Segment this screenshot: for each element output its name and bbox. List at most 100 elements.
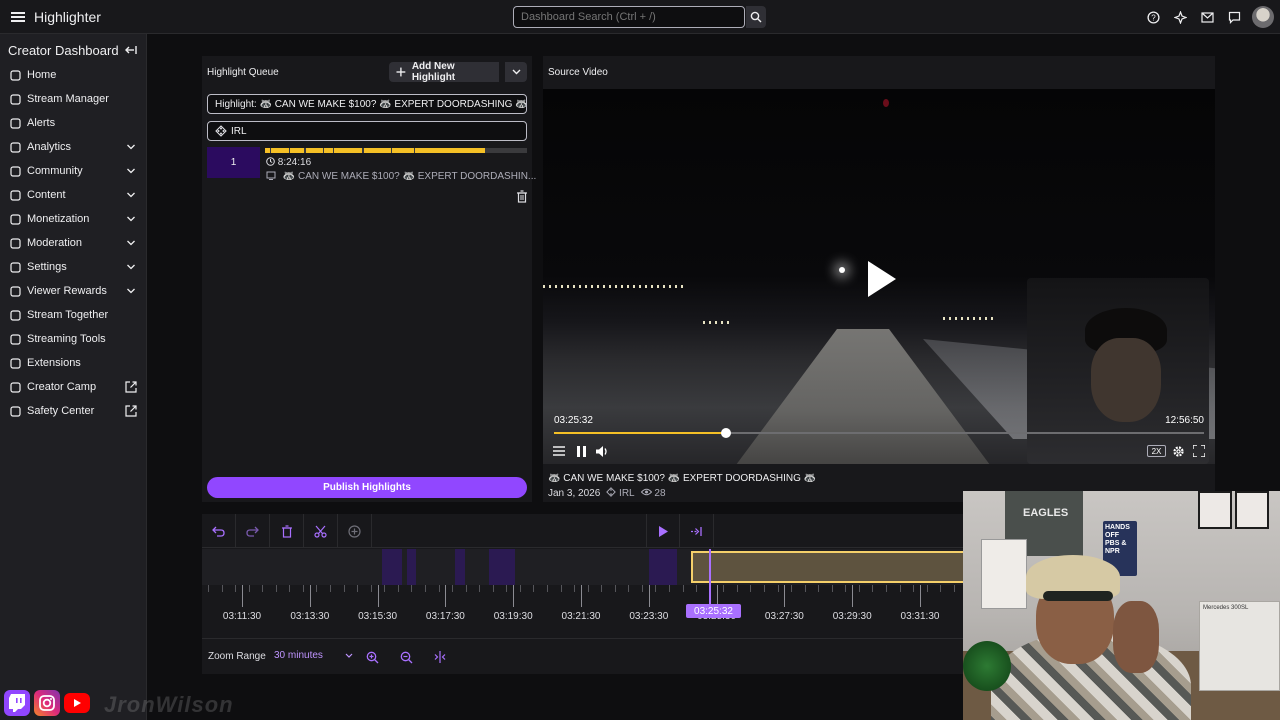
sidebar-item-stream-together[interactable]: Stream Together [0,303,146,327]
sidebar-item-monetization[interactable]: Monetization [0,207,146,231]
zoom-in-icon[interactable] [360,646,384,668]
clip-duration-text: 8:24:16 [277,157,312,168]
sidebar-item-moderation[interactable]: Moderation [0,231,146,255]
scissors-icon[interactable] [304,514,338,548]
ruler-minor-tick [750,585,752,592]
sidebar-item-extensions[interactable]: Extensions [0,351,146,375]
clip-title-text: 🦝 CAN WE MAKE $100? 🦝 EXPERT DOORDASHIN.… [282,171,537,182]
sidebar-item-community[interactable]: Community [0,159,146,183]
clip-segment-strip [265,148,527,153]
model-car-box: Mercedes 300SL [1199,601,1280,691]
ruler-minor-tick [465,585,467,592]
mail-icon[interactable] [1198,7,1217,27]
clip-duration: 8:24:16 [266,157,311,168]
timeline-playhead[interactable] [709,549,711,607]
publish-highlights-button[interactable]: Publish Highlights [207,477,527,498]
monetization-icon [9,213,22,226]
sidebar-item-stream-manager[interactable]: Stream Manager [0,87,146,111]
trash-icon[interactable] [516,190,528,203]
pause-icon[interactable] [574,444,588,458]
sidebar-item-viewer-rewards[interactable]: Viewer Rewards [0,279,146,303]
svg-text:?: ? [1151,13,1156,22]
search-button[interactable] [746,6,766,28]
sparkle-icon[interactable] [1171,7,1190,27]
ruler-minor-tick [221,585,223,592]
ruler-minor-tick [519,585,521,592]
ruler-tick-label: 03:19:30 [493,611,533,622]
ruler-minor-tick [384,585,386,592]
ruler-minor-tick [357,585,359,592]
bell-icon [9,117,22,130]
sidebar-item-creator-camp[interactable]: Creator Camp [0,375,146,399]
zoom-range-select[interactable]: 30 minutes [274,650,353,661]
ruler-major-tick [920,585,921,607]
ruler-minor-tick [411,585,413,592]
webcam-overlay: EAGLES HANDS OFF PBS & NPR Mercedes 300S… [963,491,1280,720]
chevron-down-icon[interactable] [125,165,137,177]
chat-icon[interactable] [1225,7,1244,27]
chevron-down-icon[interactable] [125,141,137,153]
ruler-minor-tick [533,585,535,592]
category-field[interactable]: IRL [207,121,527,141]
chevron-down-icon[interactable] [125,189,137,201]
chevron-down-icon[interactable] [125,261,137,273]
delete-icon[interactable] [270,514,304,548]
chevron-down-icon[interactable] [125,285,137,297]
add-highlight-dropdown[interactable] [505,62,527,82]
undo-icon[interactable] [202,514,236,548]
ruler-tick-label: 03:31:30 [900,611,940,622]
sidebar-item-alerts[interactable]: Alerts [0,111,146,135]
extensions-icon [9,357,22,370]
fullscreen-icon[interactable] [1192,444,1206,458]
ruler-minor-tick [763,585,765,592]
help-icon[interactable]: ? [1144,7,1163,27]
ruler-minor-tick [248,585,250,592]
redo-icon[interactable] [236,514,270,548]
play-overlay-icon[interactable] [866,259,898,299]
shield-icon [9,405,22,418]
sidebar-item-analytics[interactable]: Analytics [0,135,146,159]
external-link-icon[interactable] [125,405,137,417]
queue-clip-row[interactable]: 1 8:24:16 🦝 CAN WE MAKE $100? 🦝 EXPERT D… [207,146,536,212]
fit-timeline-icon[interactable] [428,646,452,668]
sidebar-item-home[interactable]: Home [0,63,146,87]
sidebar-item-streaming-tools[interactable]: Streaming Tools [0,327,146,351]
avatar[interactable] [1252,6,1274,28]
clip-title: 🦝 CAN WE MAKE $100? 🦝 EXPERT DOORDASHIN.… [266,171,536,182]
jump-to-end-icon[interactable] [680,514,714,548]
add-new-highlight-button[interactable]: Add New Highlight [389,61,499,83]
collapse-sidebar-icon[interactable] [124,43,138,57]
ruler-minor-tick [682,585,684,592]
sidebar-item-content[interactable]: Content [0,183,146,207]
ruler-major-tick [648,585,650,607]
play-icon[interactable] [646,514,680,548]
sidebar-item-settings[interactable]: Settings [0,255,146,279]
video-views: 28 [640,488,666,499]
video-scrubber[interactable] [554,428,1204,438]
zoom-out-icon[interactable] [394,646,418,668]
queue-heading: Highlight Queue [207,67,279,78]
playback-speed-button[interactable]: 2X [1147,445,1166,457]
highlight-queue-panel: Highlight Queue Add New Highlight Highli… [202,56,536,502]
ruler-minor-tick [424,585,426,592]
menu-icon[interactable] [6,5,30,29]
list-icon[interactable] [552,444,566,458]
home-icon [9,69,22,82]
scrubber-progress [554,432,727,434]
search-input[interactable] [513,6,745,28]
ruler-minor-tick [628,585,630,592]
chevron-down-icon[interactable] [125,237,137,249]
ruler-tick-label: 03:27:30 [764,611,804,622]
add-clip-icon[interactable] [338,514,372,548]
sidebar-item-safety-center[interactable]: Safety Center [0,399,146,423]
external-link-icon[interactable] [125,381,137,393]
volume-icon[interactable] [595,444,609,458]
ruler-tick-label: 03:13:30 [290,611,330,622]
chevron-down-icon[interactable] [125,213,137,225]
ruler-minor-tick [370,585,372,592]
highlight-title-field[interactable]: Highlight: 🦝 CAN WE MAKE $100? 🦝 EXPERT … [207,94,527,114]
settings-gear-icon[interactable] [1171,444,1185,458]
video-player[interactable]: 03:25:32 12:56:50 2X [543,89,1215,464]
sidebar-item-label: Analytics [27,141,72,153]
ruler-major-tick [309,585,311,607]
